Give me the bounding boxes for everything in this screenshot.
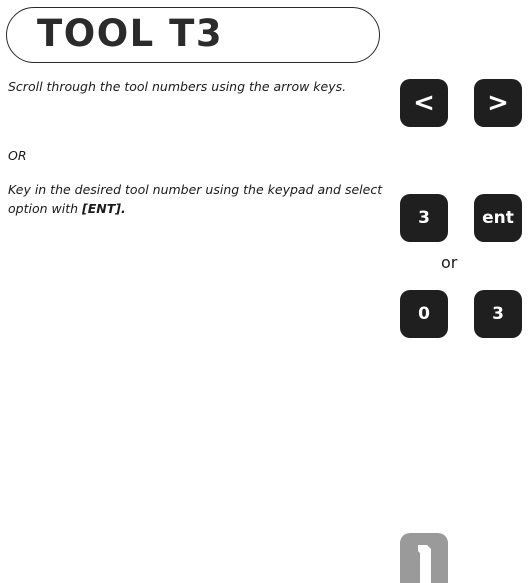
- right-arrow-key[interactable]: >: [474, 79, 522, 127]
- keypad-3-key-second[interactable]: 3: [474, 290, 522, 338]
- keyin-instruction: Key in the desired tool number using the…: [8, 180, 388, 218]
- or-separator: or: [441, 253, 458, 272]
- keyin-instruction-text: Key in the desired tool number using the…: [8, 182, 383, 216]
- tool-icon: [418, 545, 431, 583]
- scroll-instruction: Scroll through the tool numbers using th…: [8, 79, 347, 94]
- title-banner: TOOL T3: [6, 7, 380, 63]
- page-title: TOOL T3: [37, 12, 224, 55]
- left-arrow-key[interactable]: <: [400, 79, 448, 127]
- keypad-3-key[interactable]: 3: [400, 194, 448, 242]
- or-instruction: OR: [8, 148, 27, 163]
- tool-key[interactable]: [400, 533, 448, 583]
- ent-key-reference: [ENT].: [82, 201, 126, 216]
- keypad-0-key[interactable]: 0: [400, 290, 448, 338]
- enter-key[interactable]: ent: [474, 194, 522, 242]
